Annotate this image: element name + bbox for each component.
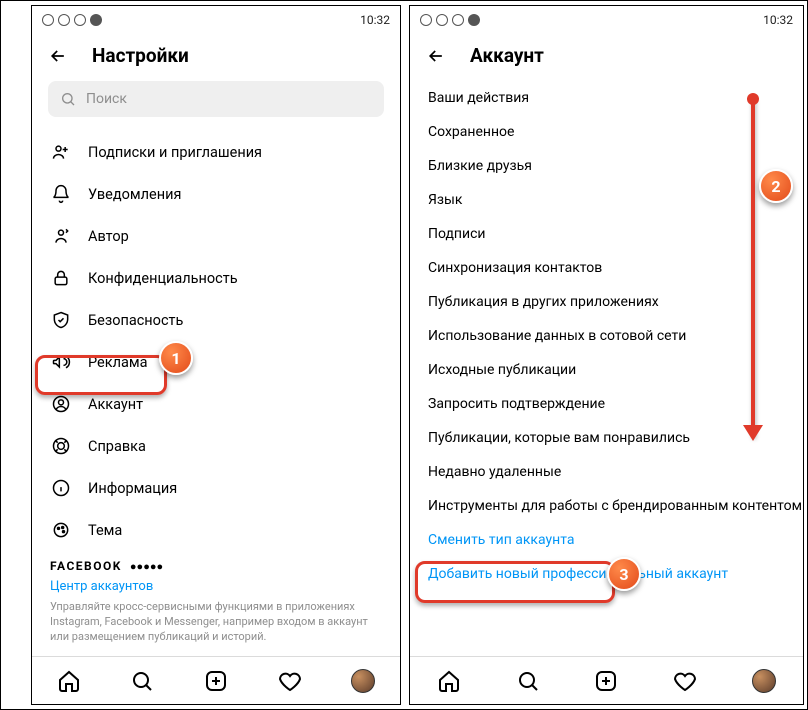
- settings-menu: Подписки и приглашения Уведомления Автор…: [32, 131, 400, 656]
- menu-follow-invite[interactable]: Подписки и приглашения: [32, 131, 400, 173]
- account-add-professional[interactable]: Добавить новый профессиональный аккаунт: [410, 557, 803, 591]
- status-icon: [420, 14, 432, 26]
- account-language[interactable]: Язык: [410, 183, 803, 217]
- menu-account[interactable]: Аккаунт: [32, 383, 400, 425]
- tab-bar: [32, 656, 400, 704]
- search-tab[interactable]: [516, 669, 540, 693]
- menu-label: Реклама: [88, 354, 148, 371]
- account-your-activity[interactable]: Ваши действия: [410, 81, 803, 115]
- account-contacts-sync[interactable]: Синхронизация контактов: [410, 251, 803, 285]
- menu-theme[interactable]: Тема: [32, 509, 400, 551]
- menu-creator[interactable]: Автор: [32, 215, 400, 257]
- status-icon: [468, 14, 480, 26]
- account-switch-type[interactable]: Сменить тип аккаунта: [410, 523, 803, 557]
- menu-label: Справка: [88, 438, 146, 455]
- page-title: Настройки: [92, 44, 189, 67]
- menu-label: Конфиденциальность: [88, 270, 238, 287]
- home-tab[interactable]: [57, 669, 81, 693]
- menu-label: Автор: [88, 228, 129, 245]
- search-icon: [60, 91, 76, 107]
- menu-label: Информация: [88, 480, 177, 497]
- facebook-label: FACEBOOK: [50, 559, 122, 573]
- status-icons-left: [420, 14, 480, 26]
- activity-tab[interactable]: [673, 669, 697, 693]
- avatar: [351, 669, 375, 693]
- shield-icon: [50, 309, 72, 331]
- menu-label: Аккаунт: [88, 396, 143, 413]
- account-menu: Ваши действия Сохраненное Близкие друзья…: [410, 81, 803, 656]
- menu-label: Тема: [88, 522, 122, 539]
- account-original-posts[interactable]: Исходные публикации: [410, 353, 803, 387]
- account-branded-content[interactable]: Инструменты для работы с брендированным …: [410, 489, 803, 523]
- phone-screen-account: 10:32 Аккаунт Ваши действия Сохраненное …: [409, 5, 804, 705]
- phone-screen-settings: 10:32 Настройки Поиск Подписки и приглаш…: [31, 5, 401, 705]
- account-captions[interactable]: Подписи: [410, 217, 803, 251]
- home-tab[interactable]: [437, 669, 461, 693]
- profile-tab[interactable]: [351, 669, 375, 693]
- menu-privacy[interactable]: Конфиденциальность: [32, 257, 400, 299]
- info-icon: [50, 477, 72, 499]
- account-icon: [50, 393, 72, 415]
- follow-invite-icon: [50, 141, 72, 163]
- search-tab[interactable]: [130, 669, 154, 693]
- account-posts-liked[interactable]: Публикации, которые вам понравились: [410, 421, 803, 455]
- status-icon: [90, 14, 102, 26]
- lock-icon: [50, 267, 72, 289]
- bell-icon: [50, 183, 72, 205]
- facebook-product-icons: ●●●●●: [130, 560, 163, 573]
- page-title: Аккаунт: [470, 44, 544, 67]
- status-icon: [74, 14, 86, 26]
- accounts-center-subtext: Управляйте кросс-сервисными функциями в …: [50, 600, 382, 645]
- status-bar: 10:32: [410, 6, 803, 34]
- status-icon: [436, 14, 448, 26]
- facebook-section: FACEBOOK ●●●●● Центр аккаунтов Управляйт…: [32, 551, 400, 655]
- account-close-friends[interactable]: Близкие друзья: [410, 149, 803, 183]
- account-request-verification[interactable]: Запросить подтверждение: [410, 387, 803, 421]
- search-input[interactable]: Поиск: [48, 81, 384, 117]
- create-tab[interactable]: [594, 669, 618, 693]
- status-icon: [452, 14, 464, 26]
- status-icons-left: [42, 14, 102, 26]
- menu-label: Подписки и приглашения: [88, 144, 262, 161]
- activity-tab[interactable]: [278, 669, 302, 693]
- back-button[interactable]: [48, 46, 68, 66]
- status-time: 10:32: [763, 13, 793, 27]
- accounts-center-link[interactable]: Центр аккаунтов: [50, 579, 382, 594]
- menu-notifications[interactable]: Уведомления: [32, 173, 400, 215]
- menu-label: Уведомления: [88, 186, 181, 203]
- help-icon: [50, 435, 72, 457]
- tab-bar: [410, 656, 803, 704]
- status-icon: [42, 14, 54, 26]
- status-icon: [58, 14, 70, 26]
- creator-icon: [50, 225, 72, 247]
- page-header: Настройки: [32, 34, 400, 81]
- back-button[interactable]: [426, 46, 446, 66]
- search-placeholder: Поиск: [86, 91, 127, 107]
- menu-label: Безопасность: [88, 312, 183, 329]
- account-saved[interactable]: Сохраненное: [410, 115, 803, 149]
- create-tab[interactable]: [204, 669, 228, 693]
- profile-tab[interactable]: [752, 669, 776, 693]
- status-bar: 10:32: [32, 6, 400, 34]
- account-cellular-data[interactable]: Использование данных в сотовой сети: [410, 319, 803, 353]
- avatar: [752, 669, 776, 693]
- status-time: 10:32: [360, 13, 390, 27]
- megaphone-icon: [50, 351, 72, 373]
- page-header: Аккаунт: [410, 34, 803, 81]
- theme-icon: [50, 519, 72, 541]
- menu-security[interactable]: Безопасность: [32, 299, 400, 341]
- menu-ads[interactable]: Реклама: [32, 341, 400, 383]
- menu-about[interactable]: Информация: [32, 467, 400, 509]
- account-sharing-other-apps[interactable]: Публикация в других приложениях: [410, 285, 803, 319]
- menu-help[interactable]: Справка: [32, 425, 400, 467]
- account-recently-deleted[interactable]: Недавно удаленные: [410, 455, 803, 489]
